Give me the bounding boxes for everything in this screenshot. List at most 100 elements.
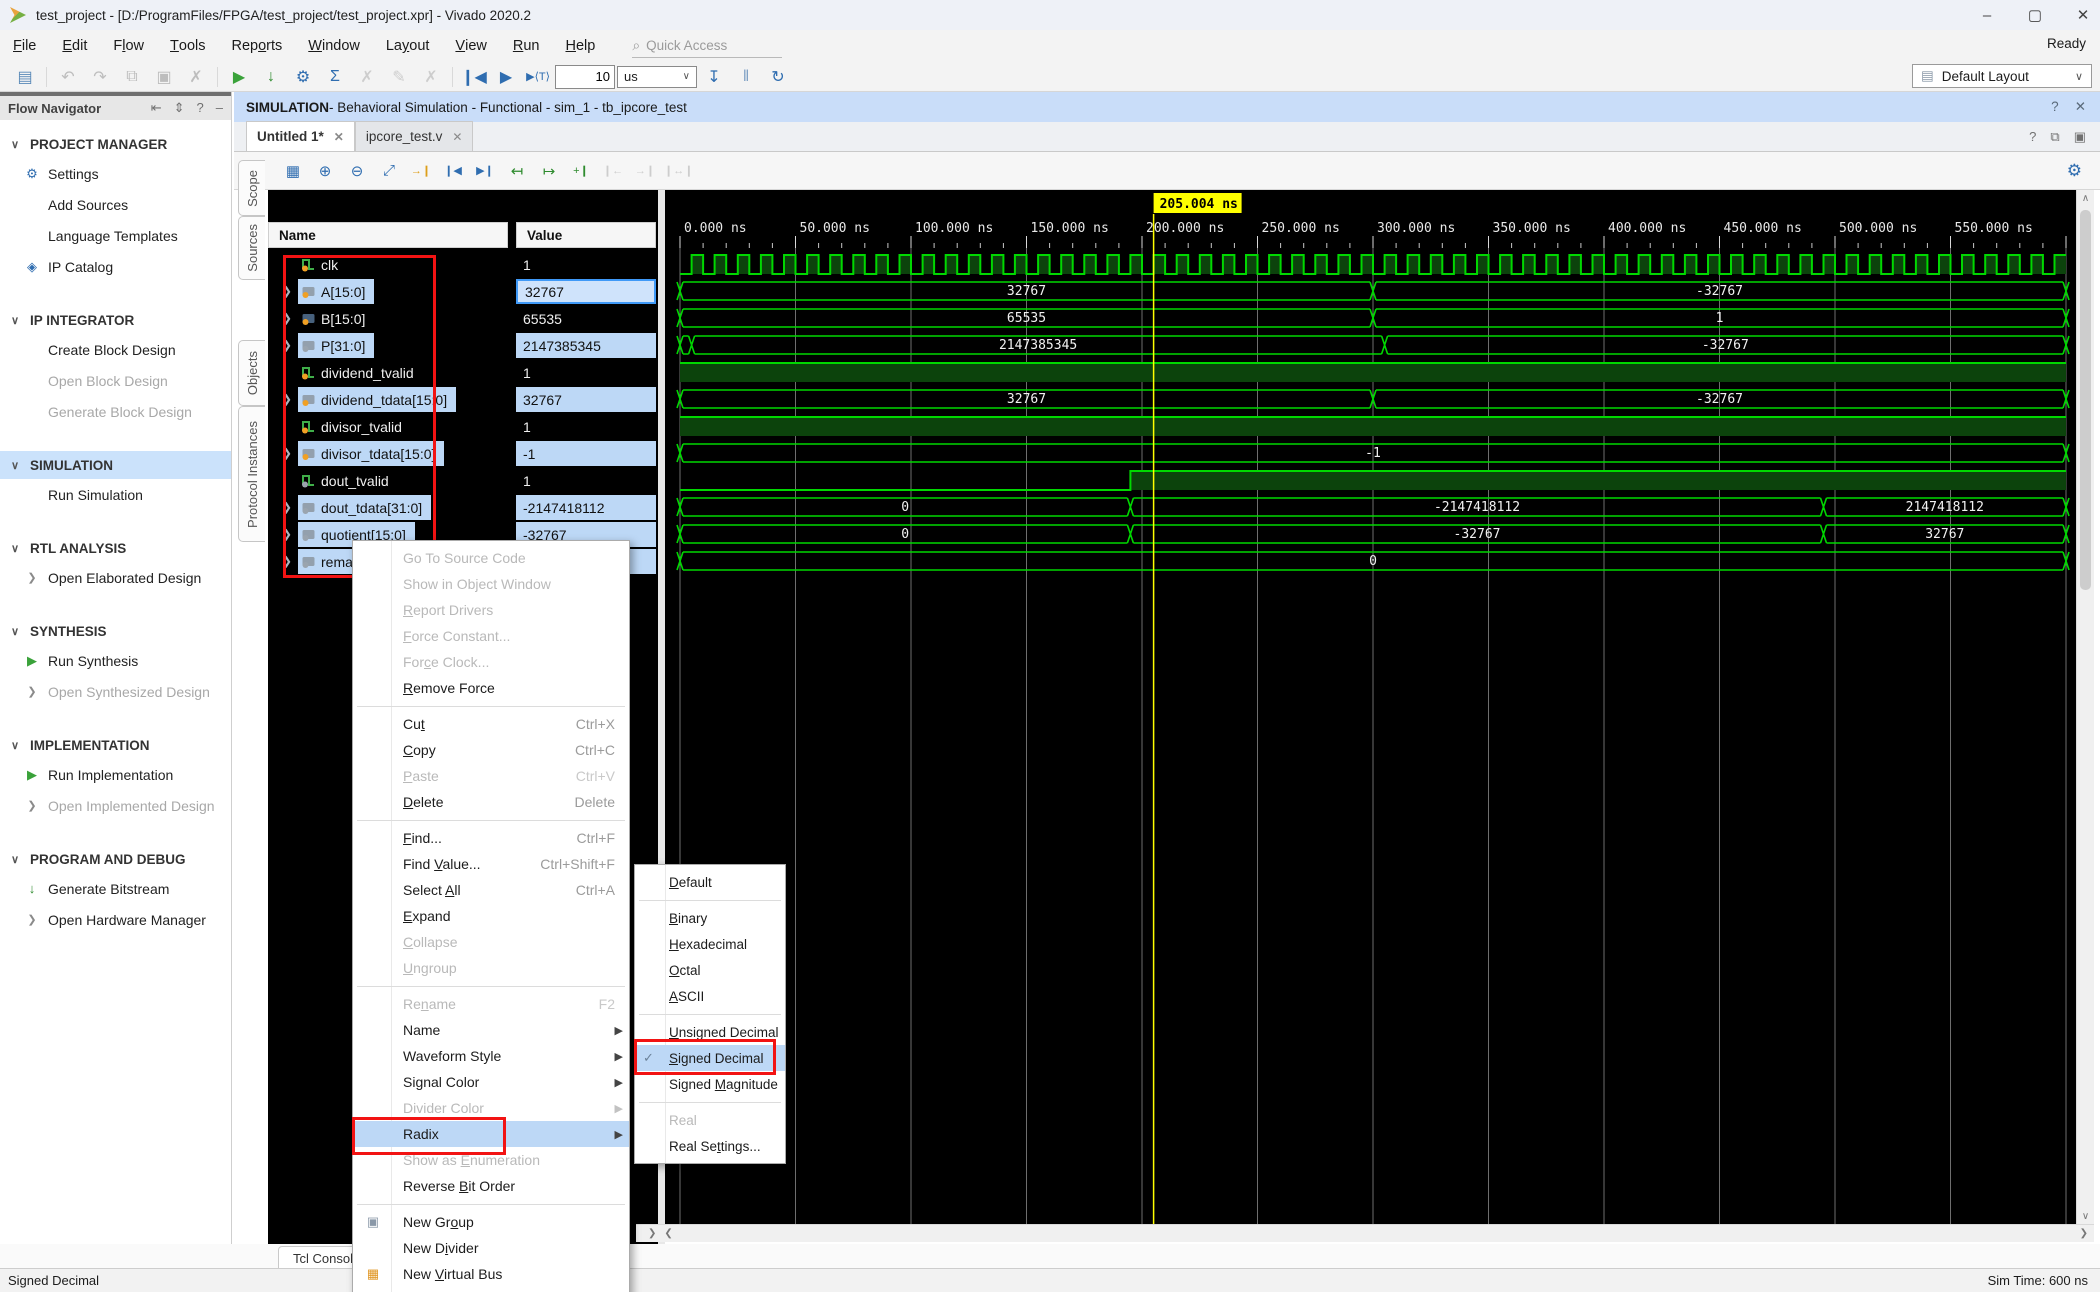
scroll-down-icon[interactable]: ∨ — [2077, 1208, 2094, 1224]
flownav-item-ip-catalog[interactable]: ◈IP Catalog — [0, 251, 231, 282]
next-transition-icon[interactable]: ↦ — [536, 158, 562, 184]
help-icon[interactable]: ? — [2051, 99, 2059, 115]
flownav-item-settings[interactable]: ⚙Settings — [0, 158, 231, 189]
signal-name[interactable]: dividend_tdata[15:0] — [298, 387, 456, 412]
waveform-svg[interactable]: 0.000 ns50.000 ns100.000 ns150.000 ns200… — [665, 190, 2076, 1224]
run-all-icon[interactable]: ▶ — [491, 65, 521, 89]
expand-chevron-icon[interactable]: ❯ — [282, 500, 292, 514]
expand-chevron-icon[interactable]: ❯ — [282, 392, 292, 406]
signal-name[interactable]: clk — [298, 252, 347, 277]
signal-value[interactable]: 1 — [516, 360, 656, 385]
menu-item-signal-color[interactable]: Signal Color▶ — [353, 1069, 629, 1095]
flownav-item-language-templates[interactable]: Language Templates — [0, 220, 231, 251]
menu-run[interactable]: Run — [500, 30, 553, 62]
side-tab-objects[interactable]: Objects — [238, 340, 265, 406]
maximize-panel-icon[interactable]: ▣ — [2074, 129, 2086, 145]
flownav-section-implementation[interactable]: ∨IMPLEMENTATION — [0, 731, 231, 759]
radix-option-octal[interactable]: Octal — [635, 957, 785, 983]
add-marker-icon[interactable]: +❙ — [568, 158, 594, 184]
menu-item-copy[interactable]: CopyCtrl+C — [353, 737, 629, 763]
close-icon[interactable]: ✕ — [452, 130, 462, 144]
expand-chevron-icon[interactable]: ❯ — [282, 554, 292, 568]
span-icon[interactable]: ❙↔❙ — [664, 158, 693, 184]
flownav-section-project-manager[interactable]: ∨PROJECT MANAGER — [0, 130, 231, 158]
signal-name[interactable]: P[31:0] — [298, 333, 374, 358]
copy-icon[interactable]: ⧉ — [117, 65, 147, 89]
radix-option-signed-magnitude[interactable]: Signed Magnitude — [635, 1071, 785, 1097]
paste-icon[interactable]: ▣ — [149, 65, 179, 89]
flownav-item-open-hardware-manager[interactable]: ❯Open Hardware Manager — [0, 904, 231, 935]
signal-name[interactable]: dividend_tvalid — [298, 360, 423, 385]
flownav-section-rtl-analysis[interactable]: ∨RTL ANALYSIS — [0, 534, 231, 562]
signal-name[interactable]: divisor_tdata[15:0] — [298, 441, 444, 466]
radix-option-ascii[interactable]: ASCII — [635, 983, 785, 1009]
settings-gear-icon[interactable]: ⚙ — [288, 65, 318, 89]
generate-bitstream-icon[interactable]: ↓ — [256, 65, 286, 89]
menu-item-name[interactable]: Name▶ — [353, 1017, 629, 1043]
open-recent-project-icon[interactable]: ▤ — [10, 65, 40, 89]
signal-value[interactable]: 1 — [516, 468, 656, 493]
wave-vertical-scrollbar[interactable]: ∧ ∨ — [2076, 190, 2094, 1224]
menu-edit[interactable]: Edit — [49, 30, 100, 62]
signal-name[interactable]: divisor_tvalid — [298, 414, 411, 439]
flownav-section-ip-integrator[interactable]: ∨IP INTEGRATOR — [0, 306, 231, 334]
menu-item-waveform-style[interactable]: Waveform Style▶ — [353, 1043, 629, 1069]
menu-item-radix[interactable]: Radix▶ — [353, 1121, 629, 1147]
radix-option-unsigned-decimal[interactable]: Unsigned Decimal — [635, 1019, 785, 1045]
wave-settings-gear-icon[interactable]: ⚙ — [2067, 161, 2100, 181]
scroll-left-icon[interactable]: ❮ — [664, 1228, 672, 1239]
help-icon[interactable]: ? — [2029, 129, 2036, 145]
radix-option-default[interactable]: Default — [635, 869, 785, 895]
flownav-item-run-synthesis[interactable]: ▶Run Synthesis — [0, 645, 231, 676]
step-icon[interactable]: ↧ — [699, 65, 729, 89]
menu-item-remove-force[interactable]: Remove Force — [353, 675, 629, 701]
signal-value[interactable]: 1 — [516, 252, 656, 277]
menu-item-cut[interactable]: CutCtrl+X — [353, 711, 629, 737]
flownav-item-run-implementation[interactable]: ▶Run Implementation — [0, 759, 231, 790]
time-unit-select[interactable]: us∨ — [617, 66, 697, 88]
float-window-icon[interactable]: ⧉ — [2050, 129, 2059, 145]
undo-icon[interactable]: ↶ — [53, 65, 83, 89]
column-header-name[interactable]: Name — [268, 222, 508, 248]
help-icon[interactable]: ? — [197, 100, 204, 116]
flownav-item-add-sources[interactable]: Add Sources — [0, 189, 231, 220]
maximize-button[interactable]: ▢ — [2024, 6, 2046, 24]
redo-icon[interactable]: ↷ — [85, 65, 115, 89]
edit-icon[interactable]: ✎ — [384, 65, 414, 89]
relaunch-icon[interactable]: ↻ — [763, 65, 793, 89]
zoom-in-icon[interactable]: ⊕ — [312, 158, 338, 184]
menu-flow[interactable]: Flow — [100, 30, 157, 62]
save-icon[interactable]: ▦ — [280, 158, 306, 184]
signal-value[interactable]: -2147418112 — [516, 495, 656, 520]
flownav-item-generate-bitstream[interactable]: ↓Generate Bitstream — [0, 873, 231, 904]
expand-chevron-icon[interactable]: ❯ — [282, 527, 292, 541]
signal-name[interactable]: dout_tvalid — [298, 468, 398, 493]
restart-icon[interactable]: ❙◀ — [459, 65, 489, 89]
menu-item-reverse-bit-order[interactable]: Reverse Bit Order — [353, 1173, 629, 1199]
side-tab-protocol-instances[interactable]: Protocol Instances — [238, 406, 265, 542]
flownav-item-open-elaborated-design[interactable]: ❯Open Elaborated Design — [0, 562, 231, 593]
radix-option-signed-decimal[interactable]: ✓Signed Decimal — [635, 1045, 785, 1071]
signal-value[interactable]: -1 — [516, 441, 656, 466]
run-for-time-icon[interactable]: ▶⟨T⟩ — [523, 65, 553, 89]
signal-value[interactable]: 32767 — [516, 279, 656, 304]
clear-breakpoints-icon[interactable]: ✗ — [416, 65, 446, 89]
layout-selector[interactable]: ▤ Default Layout ∨ — [1912, 64, 2092, 88]
minimize-button[interactable]: – — [1976, 7, 1998, 24]
signal-value[interactable]: 32767 — [516, 387, 656, 412]
menu-item-new-group[interactable]: ▣New Group — [353, 1209, 629, 1235]
go-to-start-icon[interactable]: ❙◀ — [440, 158, 466, 184]
menu-item-select-all[interactable]: Select AllCtrl+A — [353, 877, 629, 903]
swap-cursor-icon[interactable]: ❙← — [600, 158, 626, 184]
menu-item-expand[interactable]: Expand — [353, 903, 629, 929]
menu-help[interactable]: Help — [552, 30, 608, 62]
scroll-right-icon[interactable]: ❯ — [648, 1228, 656, 1239]
scrollbar-thumb[interactable] — [2080, 210, 2091, 590]
menu-reports[interactable]: Reports — [218, 30, 295, 62]
expand-chevron-icon[interactable]: ❯ — [282, 311, 292, 325]
signal-value[interactable]: 2147385345 — [516, 333, 656, 358]
signal-name[interactable]: dout_tdata[31:0] — [298, 495, 431, 520]
zoom-fit-icon[interactable]: ⤢ — [376, 158, 402, 184]
zoom-to-cursor-icon[interactable]: →❙ — [408, 158, 434, 184]
go-to-end-icon[interactable]: ▶❙ — [472, 158, 498, 184]
